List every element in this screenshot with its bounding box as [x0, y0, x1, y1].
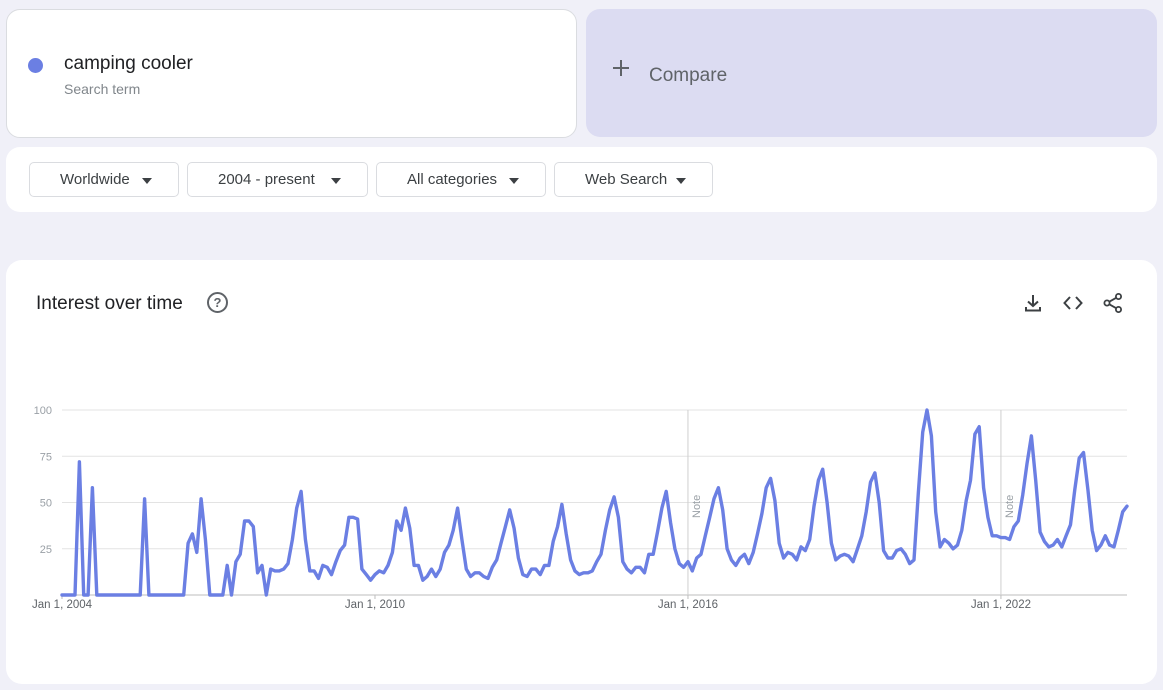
filter-region-dropdown[interactable]: Worldwide — [29, 162, 179, 197]
x-tick-label: Jan 1, 2022 — [971, 599, 1031, 611]
filter-time-range-dropdown[interactable]: 2004 - present — [187, 162, 368, 197]
search-term-name[interactable]: camping cooler — [64, 53, 193, 75]
filter-category-dropdown[interactable]: All categories — [376, 162, 546, 197]
filter-search-type-label: Web Search — [585, 171, 668, 188]
search-term-card[interactable]: camping cooler Search term — [6, 9, 577, 138]
filter-bar: Worldwide 2004 - present All categories … — [6, 147, 1157, 212]
x-tick-label: Jan 1, 2016 — [658, 599, 718, 611]
interest-line-chart: 100 75 50 25 Note Note Jan 1, 2004 Jan 1, 2010 J… — [32, 405, 1129, 611]
interest-over-time-card: Interest over time ? 100 75 50 25 Note Note Ja… — [6, 260, 1157, 684]
caret-down-icon — [509, 178, 519, 184]
plus-icon — [612, 59, 630, 77]
search-term-subtitle: Search term — [64, 81, 141, 97]
y-tick-label: 75 — [40, 451, 52, 463]
search-term-color-dot — [28, 58, 43, 73]
filter-time-range-label: 2004 - present — [218, 171, 315, 188]
compare-button[interactable]: Compare — [586, 9, 1157, 137]
filter-region-label: Worldwide — [60, 171, 130, 188]
compare-label: Compare — [649, 65, 728, 86]
filter-search-type-dropdown[interactable]: Web Search — [554, 162, 713, 197]
y-tick-label: 50 — [40, 498, 52, 510]
caret-down-icon — [331, 178, 341, 184]
x-tick-label: Jan 1, 2010 — [345, 599, 405, 611]
caret-down-icon — [142, 178, 152, 184]
caret-down-icon — [676, 178, 686, 184]
filter-category-label: All categories — [407, 171, 498, 188]
x-tick-label: Jan 1, 2004 — [32, 599, 93, 611]
y-tick-label: 25 — [40, 544, 52, 556]
y-tick-label: 100 — [34, 405, 52, 417]
note-marker-label: Note — [691, 495, 703, 518]
note-marker-label: Note — [1004, 495, 1016, 518]
